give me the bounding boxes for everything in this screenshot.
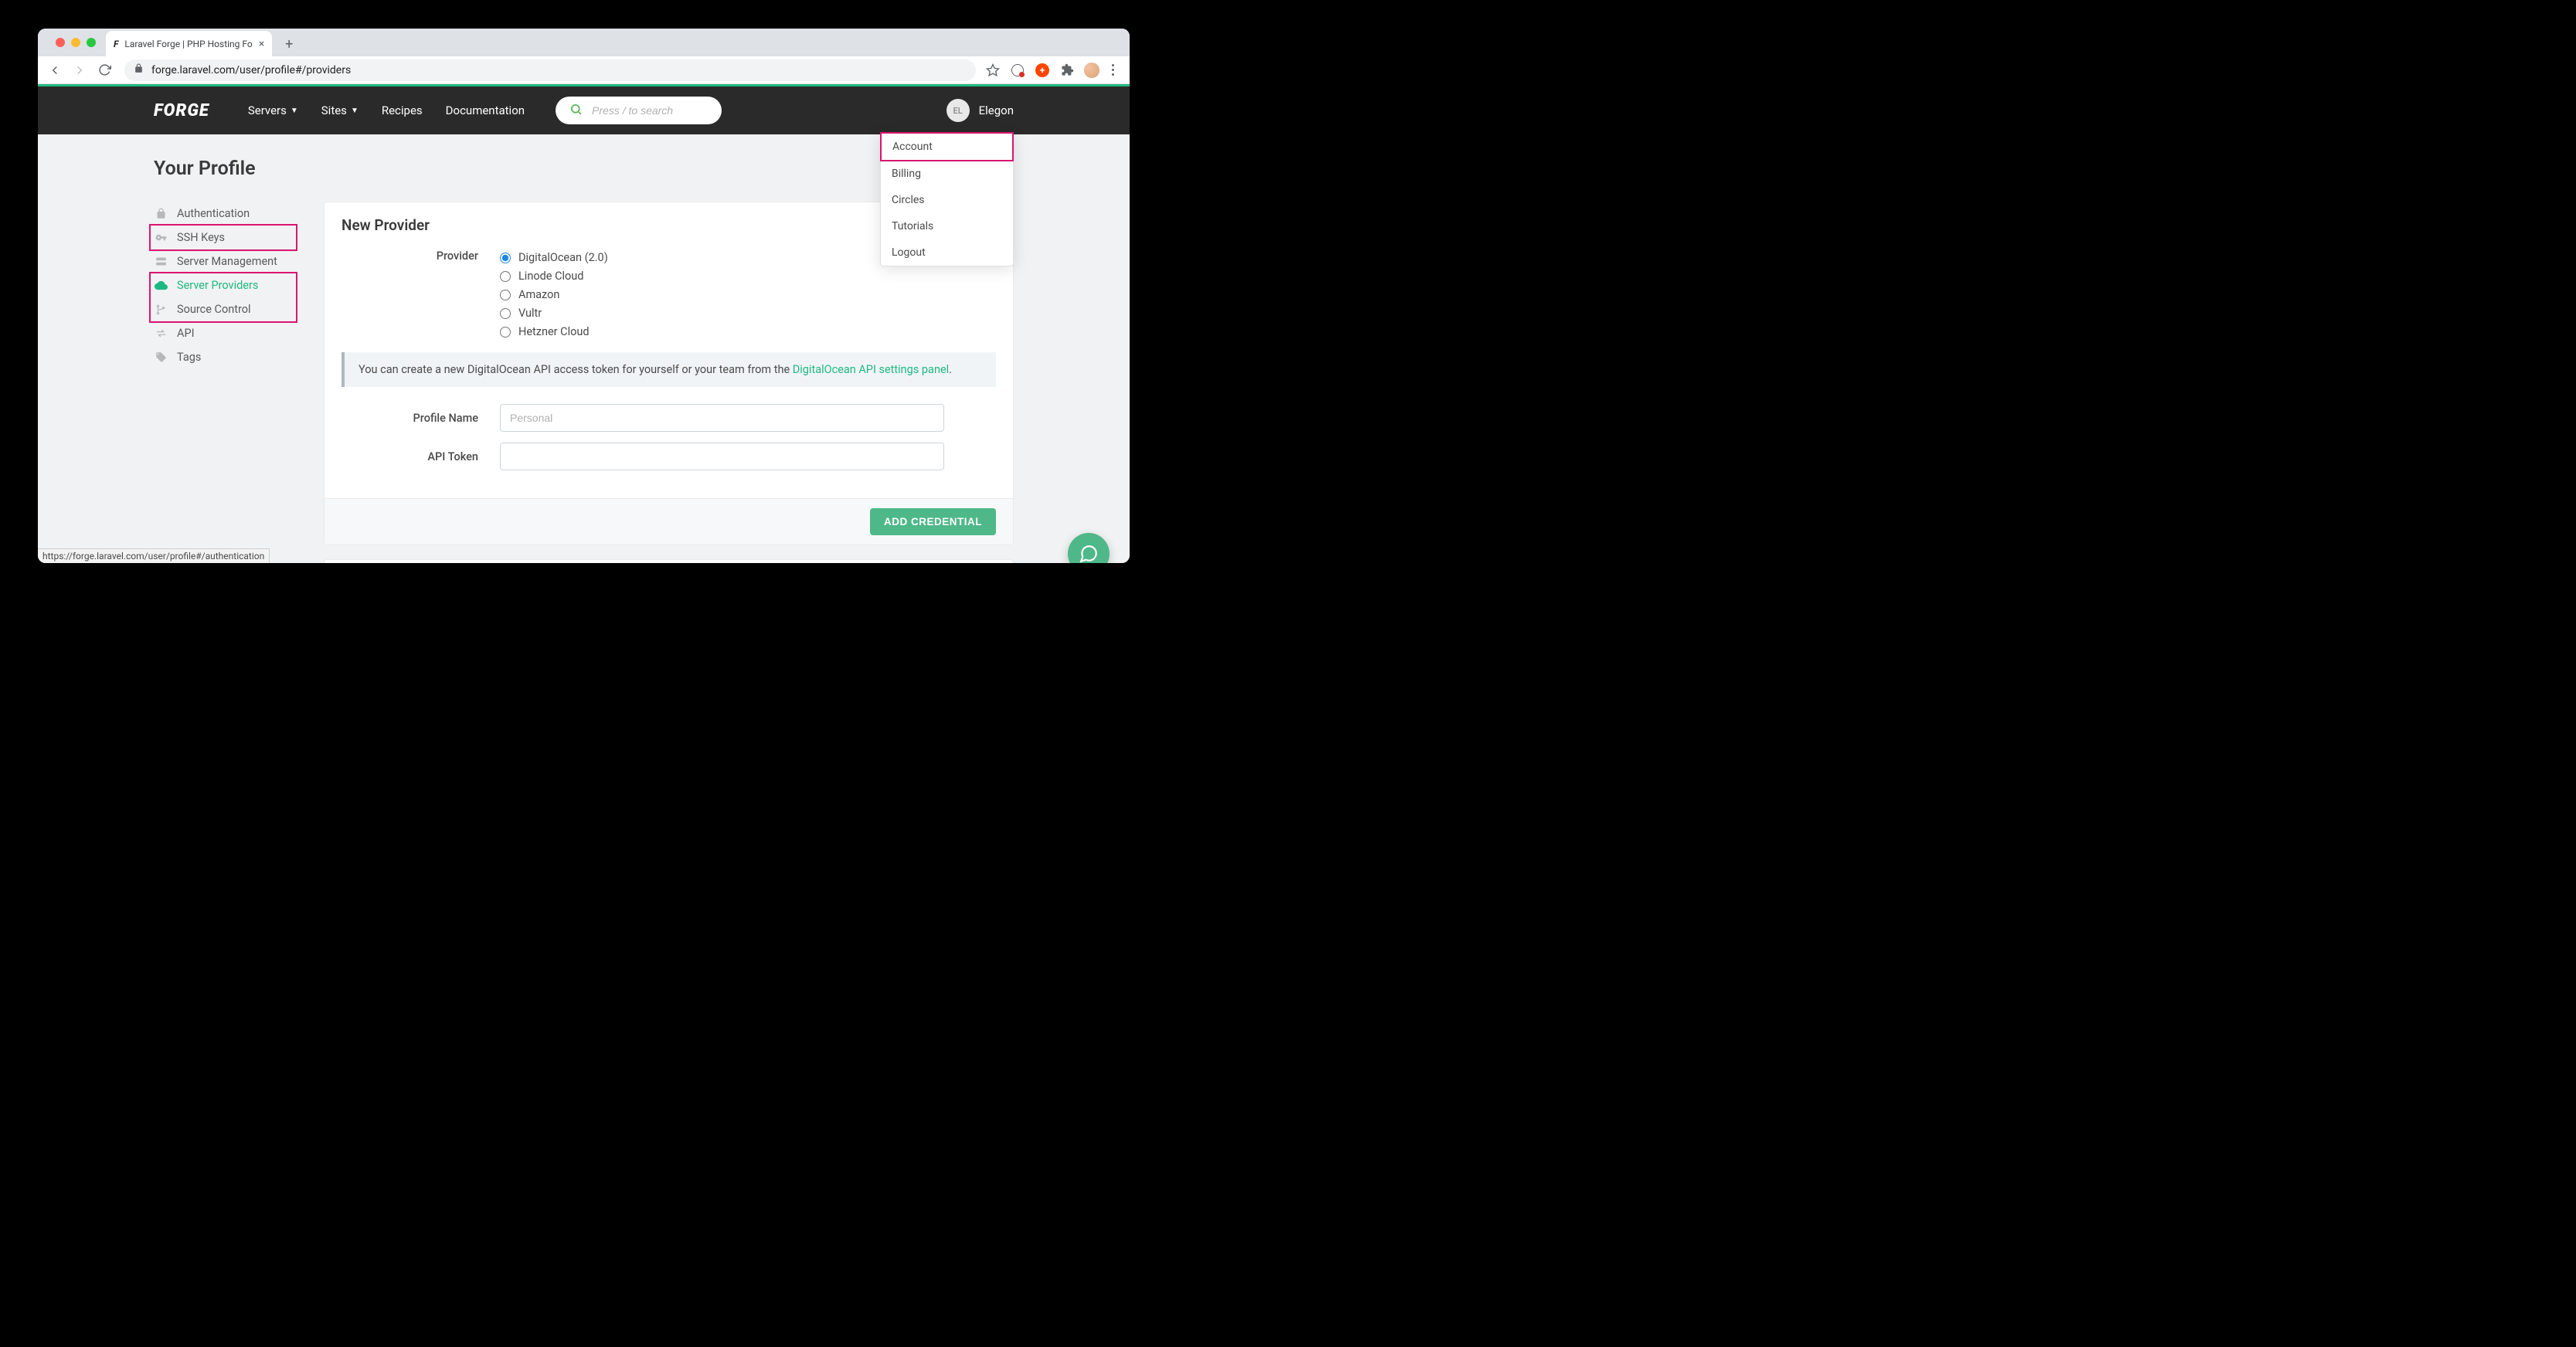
sidebar-item-ssh-keys[interactable]: SSH Keys <box>154 226 293 249</box>
sidebar-item-label: Source Control <box>177 303 251 316</box>
new-tab-button[interactable]: + <box>278 33 300 55</box>
sidebar-item-label: API <box>177 327 195 340</box>
sidebar-item-label: Tags <box>177 351 201 364</box>
reload-button[interactable] <box>93 59 115 81</box>
lock-icon <box>154 208 168 219</box>
close-window-button[interactable] <box>56 38 65 47</box>
tab-bar: F Laravel Forge | PHP Hosting Fo × + <box>38 29 1130 56</box>
search-input[interactable] <box>592 104 732 117</box>
card-footer: ADD CREDENTIAL <box>325 498 1013 545</box>
nav-links: Servers▼ Sites▼ Recipes Documentation <box>248 103 525 117</box>
search-icon <box>569 103 583 119</box>
radio-digitalocean[interactable]: DigitalOcean (2.0) <box>500 251 608 264</box>
minimize-window-button[interactable] <box>71 38 80 47</box>
dropdown-circles[interactable]: Circles <box>881 187 1013 213</box>
nav-servers[interactable]: Servers▼ <box>248 103 298 117</box>
info-banner: You can create a new DigitalOcean API ac… <box>342 352 996 387</box>
api-token-label: API Token <box>342 450 500 463</box>
profile-name-input[interactable] <box>500 404 944 432</box>
url-text: forge.laravel.com/user/profile#/provider… <box>151 64 351 76</box>
toolbar-icons: + <box>985 61 1123 79</box>
api-token-input[interactable] <box>500 443 944 470</box>
dropdown-billing[interactable]: Billing <box>881 161 1013 187</box>
sidebar: Authentication SSH Keys Server Managemen… <box>154 202 293 563</box>
star-icon[interactable] <box>985 63 1001 78</box>
maximize-window-button[interactable] <box>87 38 96 47</box>
radio-amazon[interactable]: Amazon <box>500 288 608 301</box>
forward-button[interactable] <box>69 59 90 81</box>
add-credential-button[interactable]: ADD CREDENTIAL <box>870 508 996 535</box>
lock-icon <box>134 63 144 76</box>
radio-vultr[interactable]: Vultr <box>500 307 608 320</box>
sidebar-item-label: Server Management <box>177 255 277 268</box>
profile-avatar-icon[interactable] <box>1084 63 1099 78</box>
user-name: Elegon <box>979 103 1014 117</box>
cloud-icon <box>154 279 168 292</box>
user-dropdown: Account Billing Circles Tutorials Logout <box>880 132 1014 266</box>
favicon: F <box>114 39 118 49</box>
browser-tab[interactable]: F Laravel Forge | PHP Hosting Fo × <box>106 31 272 56</box>
window-controls <box>46 29 106 56</box>
dropdown-logout[interactable]: Logout <box>881 239 1013 266</box>
nav-recipes[interactable]: Recipes <box>382 103 423 117</box>
browser-window: F Laravel Forge | PHP Hosting Fo × + for… <box>38 29 1130 563</box>
server-icon <box>154 256 168 267</box>
sidebar-item-server-providers[interactable]: Server Providers <box>154 273 293 297</box>
chevron-down-icon: ▼ <box>351 107 359 115</box>
tag-icon <box>154 351 168 363</box>
radio-hetzner[interactable]: Hetzner Cloud <box>500 325 608 338</box>
help-button[interactable] <box>1068 533 1110 563</box>
url-field[interactable]: forge.laravel.com/user/profile#/provider… <box>124 59 976 81</box>
search-box[interactable] <box>556 97 722 124</box>
app-header: FORGE Servers▼ Sites▼ Recipes Documentat… <box>38 87 1130 134</box>
sidebar-item-source-control[interactable]: Source Control <box>154 297 293 321</box>
address-bar: forge.laravel.com/user/profile#/provider… <box>38 56 1130 84</box>
extension-icon-1[interactable] <box>1010 63 1025 78</box>
info-link[interactable]: DigitalOcean API settings panel <box>793 363 949 376</box>
next-card-peek <box>324 559 1014 563</box>
close-tab-button[interactable]: × <box>259 38 264 50</box>
back-button[interactable] <box>44 59 66 81</box>
tab-title: Laravel Forge | PHP Hosting Fo <box>124 39 252 49</box>
sidebar-item-label: SSH Keys <box>177 231 225 244</box>
browser-menu-button[interactable] <box>1109 61 1117 79</box>
nav-documentation[interactable]: Documentation <box>446 103 525 117</box>
profile-name-label: Profile Name <box>342 412 500 425</box>
key-icon <box>154 232 168 243</box>
dropdown-account[interactable]: Account <box>880 132 1014 161</box>
sidebar-item-server-management[interactable]: Server Management <box>154 249 293 273</box>
nav-sites[interactable]: Sites▼ <box>321 103 359 117</box>
radio-linode[interactable]: Linode Cloud <box>500 270 608 283</box>
status-bar-link: https://forge.laravel.com/user/profile#/… <box>38 548 270 563</box>
dropdown-tutorials[interactable]: Tutorials <box>881 213 1013 239</box>
extensions-icon[interactable] <box>1059 63 1075 78</box>
transfer-icon <box>154 327 168 339</box>
provider-radio-group: DigitalOcean (2.0) Linode Cloud Amazon V… <box>500 249 608 338</box>
sidebar-item-authentication[interactable]: Authentication <box>154 202 293 226</box>
sidebar-item-label: Server Providers <box>177 279 258 292</box>
sidebar-item-api[interactable]: API <box>154 321 293 345</box>
logo[interactable]: FORGE <box>154 101 209 120</box>
avatar: EL <box>946 99 970 122</box>
sidebar-item-label: Authentication <box>177 207 250 220</box>
extension-icon-2[interactable]: + <box>1035 63 1050 78</box>
branch-icon <box>154 304 168 315</box>
provider-label: Provider <box>342 249 500 263</box>
user-menu[interactable]: EL Elegon Account Billing Circles Tutori… <box>946 99 1014 122</box>
chevron-down-icon: ▼ <box>291 107 298 115</box>
sidebar-item-tags[interactable]: Tags <box>154 345 293 369</box>
